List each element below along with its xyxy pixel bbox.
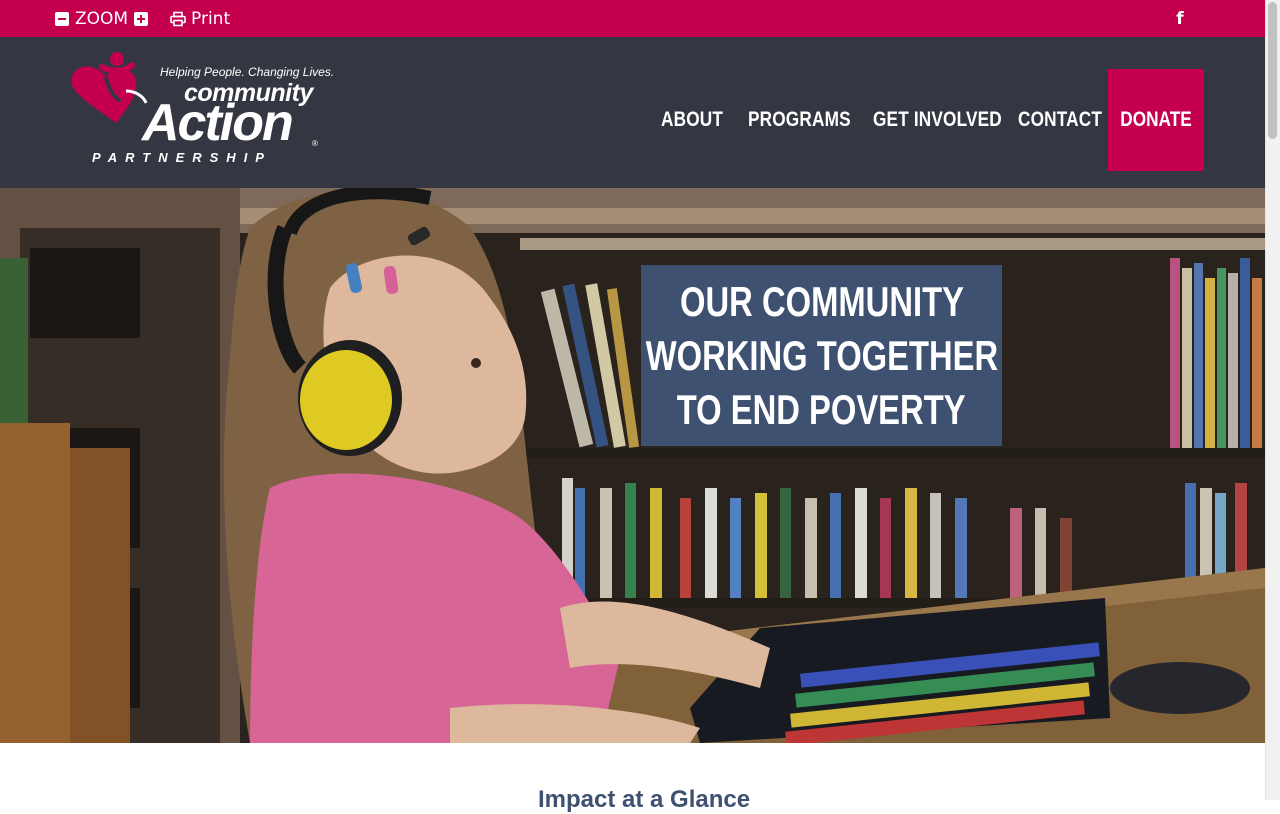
zoom-out-icon[interactable] (55, 11, 69, 26)
zoom-label: ZOOM (75, 8, 129, 29)
logo-registered-mark: ® (312, 139, 318, 148)
logo-partnership: PARTNERSHIP (92, 150, 272, 165)
hero-tagline-line-3: TO END POVERTY (677, 385, 966, 433)
zoom-control: ZOOM (55, 0, 149, 37)
nav-item-programs[interactable]: PROGRAMS (748, 69, 851, 171)
nav-item-get-involved[interactable]: GET INVOLVED (873, 69, 1002, 171)
print-link[interactable]: Print (170, 0, 230, 37)
printer-icon (170, 11, 186, 26)
logo-action: Action (142, 94, 294, 152)
nav-item-about[interactable]: ABOUT (661, 69, 723, 171)
hero-tagline-line-2: WORKING TOGETHER (645, 331, 998, 379)
donate-button[interactable]: DONATE (1108, 69, 1204, 171)
hero-photo-illustration (0, 188, 1265, 743)
nav-item-contact[interactable]: CONTACT (1018, 69, 1102, 171)
impact-heading: Impact at a Glance (538, 786, 751, 813)
logo-tagline: Helping People. Changing Lives. (160, 65, 335, 79)
site-logo[interactable]: Helping People. Changing Lives. communit… (66, 51, 341, 171)
hero-banner (0, 188, 1265, 743)
zoom-in-icon[interactable] (134, 11, 149, 26)
donate-label: DONATE (1120, 108, 1192, 131)
print-label: Print (191, 8, 231, 29)
hero-tagline-box: OUR COMMUNITY WORKING TOGETHER TO END PO… (641, 265, 1002, 446)
hero-tagline-line-1: OUR COMMUNITY (679, 277, 964, 325)
facebook-icon[interactable]: f (1172, 9, 1188, 29)
page-scrollbar-thumb[interactable] (1268, 2, 1277, 139)
